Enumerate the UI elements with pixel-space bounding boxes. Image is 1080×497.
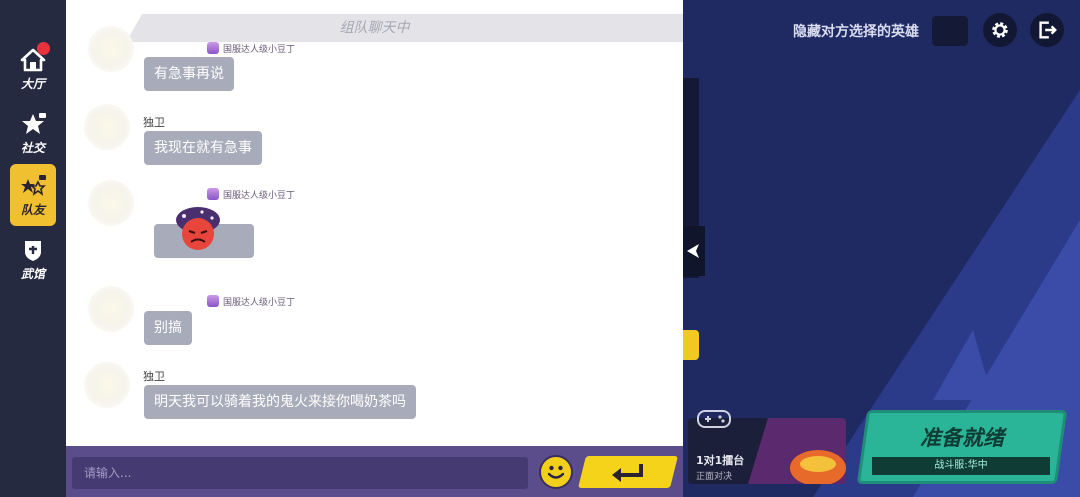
ready-button-label: 准备就绪 [920,426,1004,450]
social-icon [22,112,46,134]
nav-item-teammates[interactable]: 队友 [10,164,56,226]
chat-message-bubble: 有急事再说 [144,57,234,91]
avatar[interactable] [88,26,134,72]
smiley-icon [547,465,565,479]
collapse-arrow-icon [687,244,699,258]
hide-opponent-hero-label: 隐藏对方选择的英雄 [793,24,919,40]
avatar[interactable] [88,286,134,332]
avatar[interactable] [84,104,130,150]
chat-message-bubble: 明天我可以骑着我的鬼火来接你喝奶茶吗 [144,385,416,419]
title-badge-icon [207,188,219,200]
angry-face-sticker [176,207,220,250]
player-title-tag: 国服达人级小豆丁 [207,294,295,308]
mode-art [748,418,846,484]
title-badge-icon [207,42,219,54]
chat-input[interactable] [72,457,528,489]
notification-badge [37,42,50,55]
server-label: 战斗服:华中 [872,457,1050,475]
title-tag-text: 国服达人级小豆丁 [223,44,296,55]
nav-item-lobby[interactable]: 大厅 [10,38,56,100]
chat-header-title: 组队聊天中 [339,20,410,36]
dojo-icon [25,240,41,261]
game-mode-title: 1对1擂台 [696,454,745,467]
team-chat-panel: 组队聊天中 国服达人级小豆丁 有急事再说 独卫 我现在就有急事 国服达人级小豆丁… [66,0,729,497]
nav-label-teammates: 队友 [20,202,45,217]
title-badge-icon [207,295,219,307]
collapse-chat-button[interactable] [683,226,705,276]
gear-icon [992,22,1008,38]
nav-item-dojo[interactable]: 武馆 [10,228,56,290]
exit-icon [1039,21,1057,39]
settings-button[interactable] [983,13,1017,47]
avatar[interactable] [88,180,134,226]
nav-label-dojo: 武馆 [20,266,45,281]
nav-label-lobby: 大厅 [20,76,45,91]
chat-input-bar [66,446,683,497]
emoji-button[interactable] [539,455,573,489]
exit-button[interactable] [1030,13,1064,47]
avatar[interactable] [84,362,130,408]
teammates-icon [21,174,46,196]
nav-item-social[interactable]: 社交 [10,102,56,164]
chat-message-bubble: 别搞 [144,311,192,345]
player-title-tag: 国服达人级小豆丁 [207,41,295,55]
username: 独卫 [143,370,165,383]
game-mode-subtitle: 正面对决 [696,472,733,482]
title-tag-text: 国服达人级小豆丁 [223,297,296,308]
title-tag-text: 国服达人级小豆丁 [223,190,296,201]
nav-label-social: 社交 [20,140,45,155]
hide-opponent-hero-toggle[interactable] [932,16,968,46]
side-panel-highlight [683,330,699,360]
gamepad-icon [697,410,731,428]
enter-arrow-icon [612,464,643,482]
player-title-tag: 国服达人级小豆丁 [207,187,295,201]
side-navigation: 大厅 社交 队友 武馆 [0,0,66,497]
username: 独卫 [143,116,165,129]
send-button[interactable] [578,456,678,488]
chat-message-bubble: 我现在就有急事 [144,131,262,165]
